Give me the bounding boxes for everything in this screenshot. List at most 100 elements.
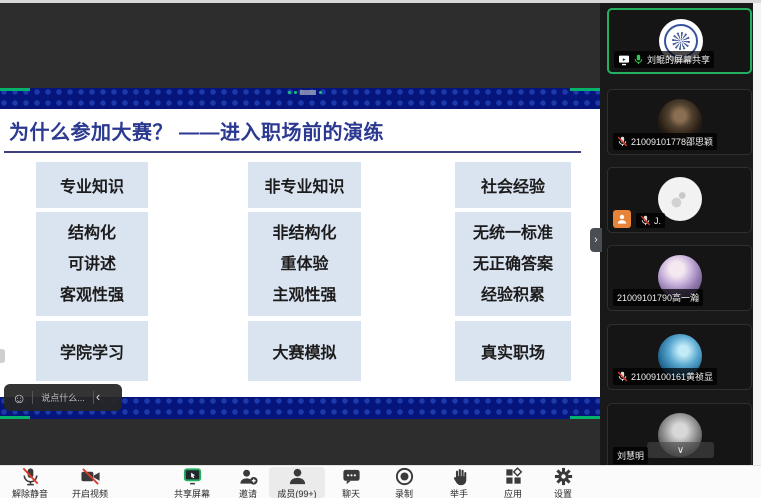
- collapse-chat-icon[interactable]: ‹: [96, 389, 100, 404]
- slide-top-band: [0, 88, 600, 109]
- sidebar-right-edge: [753, 3, 761, 465]
- chat-icon: [341, 467, 362, 487]
- mic-muted-icon: [20, 467, 41, 487]
- decor-dot: [288, 91, 291, 94]
- trait-line: 重体验: [280, 249, 328, 280]
- chevron-down-icon: ∨: [677, 445, 684, 456]
- camera-off-icon: [80, 467, 101, 487]
- participant-tile[interactable]: 21009100161黄祯显: [607, 324, 752, 390]
- sidebar-expand-icon[interactable]: ›: [590, 228, 602, 252]
- invite-icon: [238, 467, 259, 487]
- settings-label: 设置: [554, 487, 572, 498]
- participant-name: 21009101778邵思颖: [631, 135, 713, 148]
- unmute-button[interactable]: 解除静音: [4, 467, 56, 498]
- slide-accent-top-left: [0, 88, 30, 91]
- participant-name: J.: [654, 216, 661, 226]
- slide-title: 为什么参加大赛？ ——进入职场前的演练: [9, 116, 384, 145]
- raise-hand-label: 举手: [450, 487, 468, 498]
- share-screen-label: 共享屏幕: [174, 487, 210, 498]
- trait-line: 主观性强: [272, 280, 336, 311]
- trait-line: 经验积累: [481, 280, 545, 311]
- participant-name-label: J.: [636, 213, 665, 228]
- participant-name: 刘慧明: [617, 449, 644, 462]
- member-role-badge: [613, 210, 631, 228]
- slide-box-structured-traits: 结构化 可讲述 客观性强: [36, 212, 148, 316]
- slide-box-social-experience: 社会经验: [455, 162, 571, 208]
- slide-body: 为什么参加大赛？ ——进入职场前的演练 专业知识 非专业知识 社会经验 结构化 …: [0, 109, 600, 397]
- participant-name-label: 21009101790高一瀚: [613, 289, 703, 306]
- raise-hand-button[interactable]: 举手: [436, 467, 482, 498]
- slide-accent-top-right: [570, 88, 600, 91]
- trait-line: 非结构化: [272, 218, 336, 249]
- meeting-toolbar: 解除静音 开启视频 共享屏幕 邀请 成员(99+): [0, 465, 761, 498]
- divider: [93, 391, 94, 404]
- apps-label: 应用: [504, 487, 522, 498]
- slide-box-competition-simulation: 大赛模拟: [248, 321, 361, 381]
- slide-box-unstructured-traits: 非结构化 重体验 主观性强: [248, 212, 361, 316]
- trait-line: 可讲述: [68, 249, 116, 280]
- participant-name-label: 刘慧明: [613, 447, 648, 464]
- participant-name-label: 21009101778邵思颖: [613, 133, 717, 150]
- decor-dot: [294, 91, 297, 94]
- raise-hand-icon: [449, 467, 470, 487]
- members-label: 成员(99+): [277, 487, 316, 498]
- participant-tile[interactable]: J.: [607, 167, 752, 233]
- participant-name: 21009101790高一瀚: [617, 291, 699, 304]
- trait-line: 客观性强: [60, 280, 124, 311]
- invite-label: 邀请: [239, 487, 257, 498]
- slide-box-college-learning: 学院学习: [36, 321, 148, 381]
- members-button[interactable]: 成员(99+): [269, 467, 325, 498]
- mic-muted-icon: [617, 136, 628, 147]
- mic-muted-icon: [617, 371, 628, 382]
- chat-input[interactable]: 说点什么...: [41, 391, 85, 404]
- gear-icon: [553, 467, 574, 487]
- mic-on-icon: [633, 54, 644, 65]
- trait-line: 无统一标准: [473, 218, 553, 249]
- participant-name: 刘鲲的屏幕共享: [647, 53, 710, 66]
- participant-tile[interactable]: ∨ 刘慧明: [607, 403, 752, 469]
- meeting-window: 为什么参加大赛？ ——进入职场前的演练 专业知识 非专业知识 社会经验 结构化 …: [0, 0, 761, 498]
- participant-name-label: 21009100161黄祯显: [613, 368, 717, 385]
- start-video-button[interactable]: 开启视频: [64, 467, 116, 498]
- invite-button[interactable]: 邀请: [222, 467, 274, 498]
- share-screen-icon: [182, 467, 203, 487]
- chat-button[interactable]: 聊天: [328, 467, 374, 498]
- slide-accent-bottom-right: [570, 416, 600, 419]
- screen-share-icon: [618, 54, 630, 66]
- slide-box-no-standard-traits: 无统一标准 无正确答案 经验积累: [455, 212, 571, 316]
- record-label: 录制: [395, 487, 413, 498]
- decor-dot: [319, 91, 322, 94]
- slide-box-professional-knowledge: 专业知识: [36, 162, 148, 208]
- slide-accent-bottom-left: [0, 416, 30, 419]
- emoji-icon[interactable]: ☺: [12, 391, 26, 405]
- trait-line: 结构化: [68, 218, 116, 249]
- slide-box-real-workplace: 真实职场: [455, 321, 571, 381]
- scroll-more-participants[interactable]: ∨: [647, 442, 714, 458]
- trait-line: 无正确答案: [473, 249, 553, 280]
- apps-button[interactable]: 应用: [490, 467, 536, 498]
- person-icon: [616, 213, 628, 225]
- decor-dash: [300, 90, 316, 95]
- avatar-logo-crest: [672, 32, 690, 50]
- shared-screen-slide: 为什么参加大赛？ ——进入职场前的演练 专业知识 非专业知识 社会经验 结构化 …: [0, 88, 600, 419]
- apps-icon: [503, 467, 524, 487]
- record-button[interactable]: 录制: [381, 467, 427, 498]
- chat-label: 聊天: [342, 487, 360, 498]
- settings-button[interactable]: 设置: [540, 467, 586, 498]
- mic-muted-icon: [640, 215, 651, 226]
- record-icon: [394, 467, 415, 487]
- left-edge-tab[interactable]: [0, 349, 5, 363]
- members-icon: [287, 467, 308, 487]
- participant-tile-screen-share[interactable]: 刘鲲的屏幕共享: [607, 8, 752, 74]
- participant-tile[interactable]: 21009101778邵思颖: [607, 89, 752, 155]
- divider: [32, 391, 33, 404]
- chat-quick-bar: ☺ 说点什么... ‹: [4, 384, 122, 411]
- title-underline: [4, 151, 581, 153]
- participants-sidebar: 刘鲲的屏幕共享 21009101778邵思颖 J. 21009101790高一: [600, 3, 753, 465]
- slide-box-nonprofessional-knowledge: 非专业知识: [248, 162, 361, 208]
- participant-name-label: 刘鲲的屏幕共享: [614, 51, 714, 68]
- start-video-label: 开启视频: [72, 487, 108, 498]
- slide-top-decoration: [288, 90, 322, 95]
- share-screen-button[interactable]: 共享屏幕: [166, 467, 218, 498]
- participant-tile[interactable]: 21009101790高一瀚: [607, 245, 752, 311]
